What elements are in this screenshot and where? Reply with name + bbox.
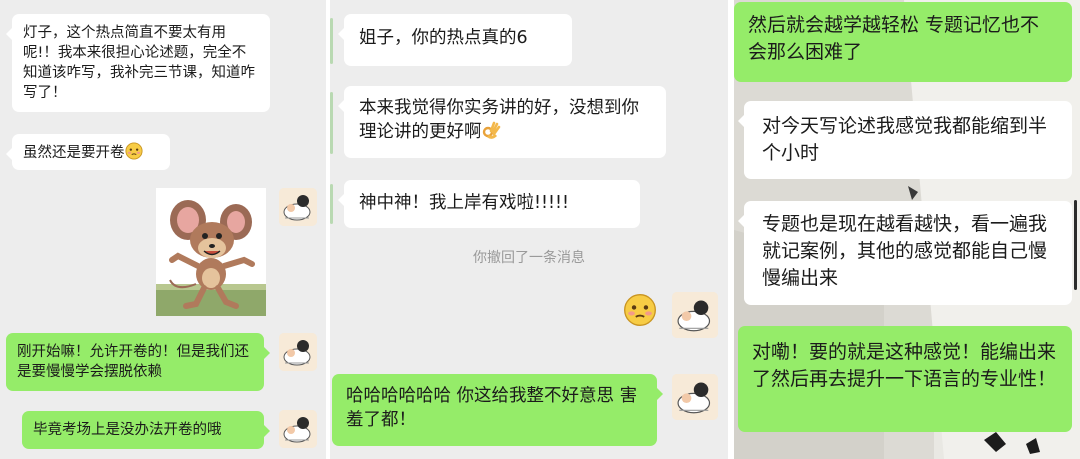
message-text: 刚开始嘛！允许开卷的！但是我们还是要慢慢学会摆脱依赖 xyxy=(17,344,249,380)
message-text: 神中神！我上岸有戏啦!!!!! xyxy=(359,193,570,213)
message-bubble[interactable]: 本来我觉得你实务讲的好，没想到你理论讲的更好啊 xyxy=(338,86,666,158)
message-bubble[interactable]: 灯子，这个热点简直不要太有用呢!！我本来很担心论述题，完全不知道该咋写，我补完三… xyxy=(6,14,270,112)
quote-indicator xyxy=(330,18,333,64)
recalled-message-notice: 你撤回了一条消息 xyxy=(473,250,585,266)
shy-face-icon xyxy=(124,142,143,160)
message-bubble[interactable]: 对今天写论述我感觉我都能缩到半个小时 xyxy=(738,101,1072,179)
quote-indicator xyxy=(330,92,333,154)
message-bubble[interactable]: 虽然还是要开卷 xyxy=(6,134,170,170)
avatar[interactable] xyxy=(672,292,718,338)
message-bubble[interactable]: 刚开始嘛！允许开卷的！但是我们还是要慢慢学会摆脱依赖 xyxy=(6,333,270,391)
message-text: 灯子，这个热点简直不要太有用呢!！我本来很担心论述题，完全不知道该咋写，我补完三… xyxy=(23,25,255,101)
message-text: 对嘞！要的就是这种感觉！能编出来了然后再去提升一下语言的专业性！ xyxy=(752,341,1057,390)
message-text: 姐子，你的热点真的6 xyxy=(359,28,528,48)
cartoon-avatar-icon xyxy=(672,292,718,338)
message-text: 虽然还是要开卷 xyxy=(23,145,125,161)
message-bubble[interactable]: 对嘞！要的就是这种感觉！能编出来了然后再去提升一下语言的专业性！ xyxy=(738,326,1072,432)
message-text: 毕竟考场上是没办法开卷的哦 xyxy=(33,422,222,438)
avatar[interactable] xyxy=(279,333,317,371)
avatar[interactable] xyxy=(672,374,718,420)
cartoon-avatar-icon xyxy=(279,188,317,226)
cartoon-avatar-icon xyxy=(279,410,317,448)
message-bubble[interactable]: 神中神！我上岸有戏啦!!!!! xyxy=(338,180,640,228)
scrollbar[interactable] xyxy=(1074,200,1077,290)
message-text: 对今天写论述我感觉我都能缩到半个小时 xyxy=(762,115,1048,164)
shy-face-icon[interactable] xyxy=(623,293,657,327)
jerry-mouse-icon xyxy=(156,200,266,316)
chat-panel-left: 灯子，这个热点简直不要太有用呢!！我本来很担心论述题，完全不知道该咋写，我补完三… xyxy=(0,0,326,459)
ok-hand-icon xyxy=(482,121,500,139)
chat-panel-right: 然后就会越学越轻松 专题记忆也不会那么困难了 对今天写论述我感觉我都能缩到半个小… xyxy=(734,0,1080,459)
message-text: 哈哈哈哈哈哈 你这给我整不好意思 害羞了都！ xyxy=(346,386,638,431)
message-text: 专题也是现在越看越快，看一遍我就记案例，其他的感觉都能自己慢慢编出来 xyxy=(762,213,1048,289)
cartoon-avatar-icon xyxy=(672,374,718,420)
chat-panel-middle: 姐子，你的热点真的6 本来我觉得你实务讲的好，没想到你理论讲的更好啊 神中神！我… xyxy=(330,0,728,459)
message-bubble[interactable]: 然后就会越学越轻松 专题记忆也不会那么困难了 xyxy=(734,2,1072,82)
jerry-mouse-sticker[interactable] xyxy=(156,188,266,316)
message-bubble[interactable]: 姐子，你的热点真的6 xyxy=(338,14,572,66)
quote-indicator xyxy=(330,184,333,224)
message-text: 然后就会越学越轻松 专题记忆也不会那么困难了 xyxy=(748,14,1040,63)
message-bubble[interactable]: 专题也是现在越看越快，看一遍我就记案例，其他的感觉都能自己慢慢编出来 xyxy=(738,201,1072,305)
cartoon-avatar-icon xyxy=(279,333,317,371)
avatar[interactable] xyxy=(279,410,317,448)
avatar[interactable] xyxy=(279,188,317,226)
message-bubble[interactable]: 哈哈哈哈哈哈 你这给我整不好意思 害羞了都！ xyxy=(332,374,663,446)
message-bubble[interactable]: 毕竟考场上是没办法开卷的哦 xyxy=(22,411,270,449)
